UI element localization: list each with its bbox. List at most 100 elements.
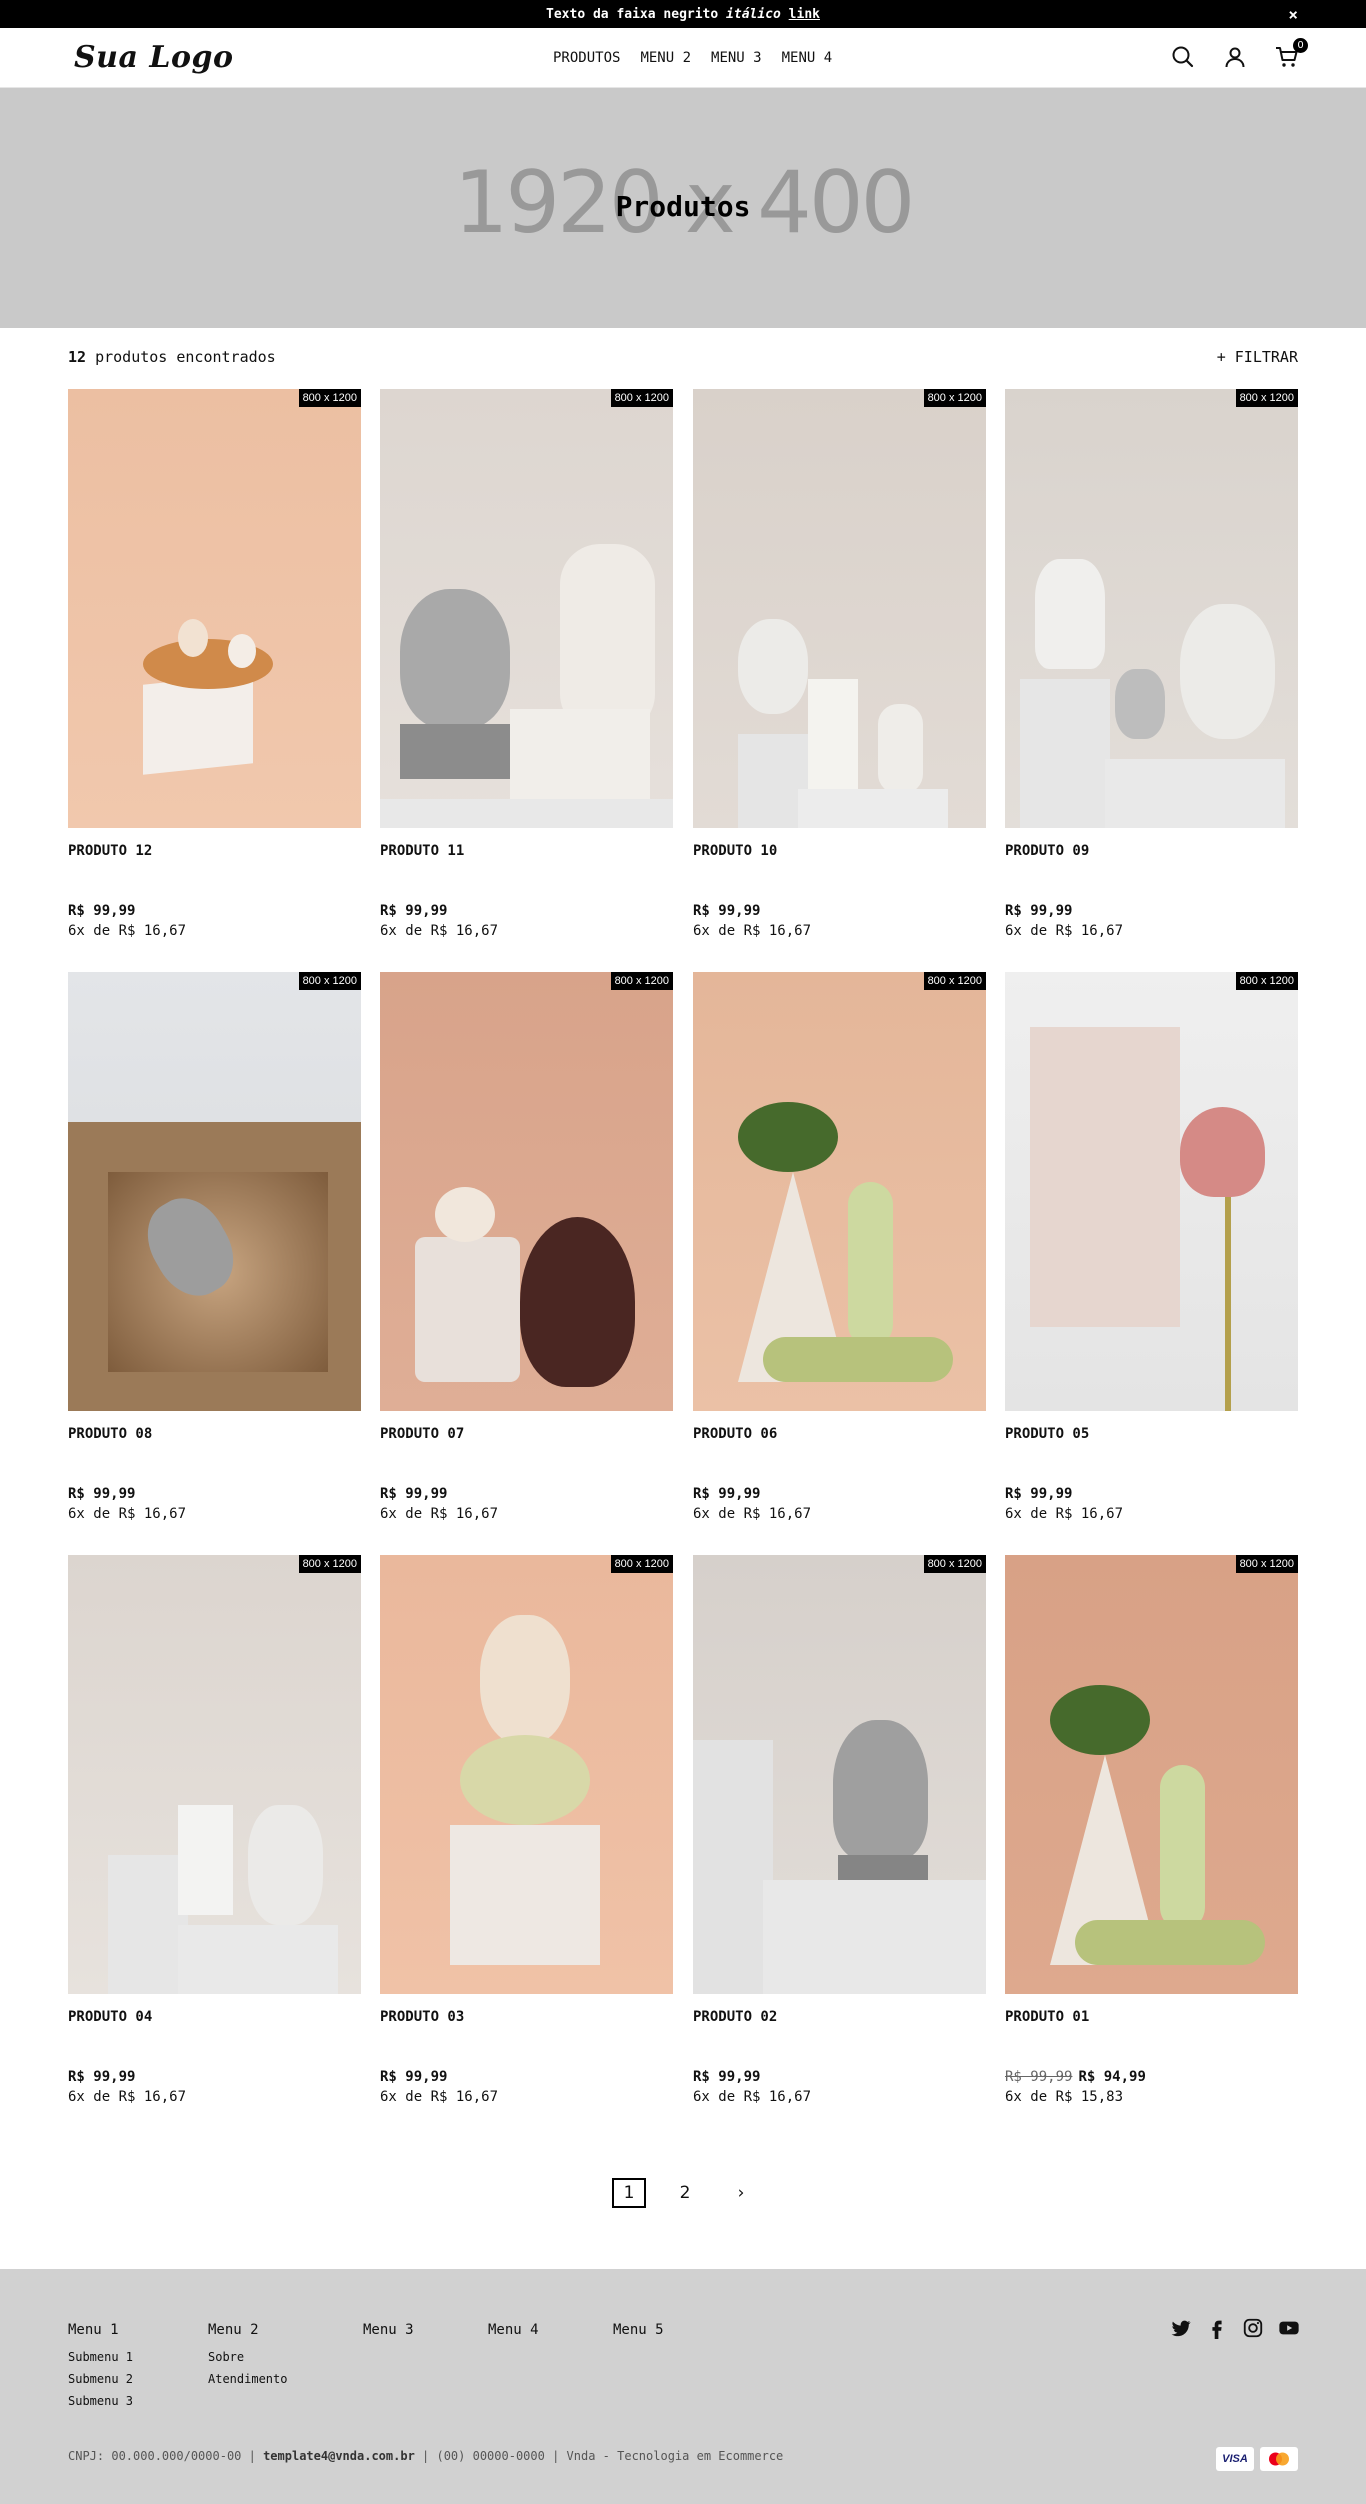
product-price: R$ 99,99 (68, 2069, 361, 2085)
image-size-badge: 800 x 1200 (298, 972, 361, 990)
footer-menu-title[interactable]: Menu 3 (363, 2322, 414, 2338)
product-price: R$ 99,99 (380, 2069, 673, 2085)
product-current-price: R$ 99,99 (380, 903, 448, 919)
footer-link[interactable]: Submenu 2 (68, 2372, 133, 2386)
product-installments: 6x de R$ 16,67 (693, 2089, 812, 2105)
product-card[interactable]: 800 x 1200 PRODUTO 04 R$ 99,99 6x de R$ 16,… (68, 1555, 361, 2105)
footer-menu-title[interactable]: Menu 1 (68, 2322, 133, 2338)
product-installments: 6x de R$ 16,67 (1005, 923, 1124, 939)
results-count-number: 12 (68, 348, 87, 366)
product-installments: 6x de R$ 16,67 (693, 923, 812, 939)
visa-logo: VISA (1216, 2447, 1254, 2471)
product-card[interactable]: 800 x 1200 PRODUTO 09 R$ 99,99 6x de R$ 16,… (1005, 389, 1298, 939)
product-image[interactable]: 800 x 1200 (1005, 1555, 1298, 1994)
product-image[interactable]: 800 x 1200 (68, 1555, 361, 1994)
product-name[interactable]: PRODUTO 03 (380, 2009, 673, 2025)
facebook-icon[interactable] (1206, 2317, 1228, 2339)
nav-item-menu-2[interactable]: MENU 2 (640, 50, 691, 66)
nav-item-menu-3[interactable]: MENU 3 (711, 50, 762, 66)
product-image[interactable]: 800 x 1200 (68, 389, 361, 828)
product-card[interactable]: 800 x 1200 PRODUTO 01 R$ 99,99 R$ 94,99 6x d… (1005, 1555, 1298, 2105)
product-name[interactable]: PRODUTO 09 (1005, 843, 1298, 859)
vnda-credit-link[interactable]: Vnda - Tecnologia em Ecommerce (567, 2449, 784, 2463)
product-installments: 6x de R$ 16,67 (380, 923, 499, 939)
footer-link[interactable]: Submenu 1 (68, 2350, 133, 2364)
results-count: 12 produtos encontrados (68, 348, 276, 366)
footer-menu-title[interactable]: Menu 4 (488, 2322, 539, 2338)
product-name[interactable]: PRODUTO 06 (693, 1426, 986, 1442)
product-name[interactable]: PRODUTO 07 (380, 1426, 673, 1442)
announcement-text-plain: Texto da faixa (546, 6, 664, 22)
product-image[interactable]: 800 x 1200 (380, 972, 673, 1411)
product-card[interactable]: 800 x 1200 PRODUTO 02 R$ 99,99 6x de R$ 16,… (693, 1555, 986, 2105)
product-price: R$ 99,99 (693, 2069, 986, 2085)
product-name[interactable]: PRODUTO 04 (68, 2009, 361, 2025)
product-current-price: R$ 99,99 (380, 1486, 448, 1502)
product-card[interactable]: 800 x 1200 PRODUTO 05 R$ 99,99 6x de R$ 16,… (1005, 972, 1298, 1522)
product-image[interactable]: 800 x 1200 (693, 1555, 986, 1994)
product-image[interactable]: 800 x 1200 (68, 972, 361, 1411)
page-title: Produtos (615, 190, 751, 223)
product-card[interactable]: 800 x 1200 PRODUTO 08 R$ 99,99 6x de R$ 16,… (68, 972, 361, 1522)
youtube-icon[interactable] (1278, 2317, 1300, 2339)
product-image[interactable]: 800 x 1200 (380, 1555, 673, 1994)
product-image[interactable]: 800 x 1200 (1005, 972, 1298, 1411)
product-card[interactable]: 800 x 1200 PRODUTO 07 R$ 99,99 6x de R$ 16,… (380, 972, 673, 1522)
footer-menu-5: Menu 5 (613, 2322, 664, 2350)
image-size-badge: 800 x 1200 (610, 389, 673, 407)
product-name[interactable]: PRODUTO 02 (693, 2009, 986, 2025)
product-name[interactable]: PRODUTO 11 (380, 843, 673, 859)
contact-email[interactable]: template4@vnda.com.br (263, 2449, 415, 2463)
footer-menu-title[interactable]: Menu 5 (613, 2322, 664, 2338)
next-page-button[interactable]: › (724, 2178, 758, 2208)
product-price: R$ 99,99 (1005, 1486, 1298, 1502)
twitter-icon[interactable] (1170, 2317, 1192, 2339)
close-icon[interactable]: × (1288, 5, 1298, 24)
footer-link[interactable]: Submenu 3 (68, 2394, 133, 2408)
product-image[interactable]: 800 x 1200 (693, 972, 986, 1411)
product-installments: 6x de R$ 16,67 (693, 1506, 812, 1522)
product-card[interactable]: 800 x 1200 PRODUTO 12 R$ 99,99 6x de R$ 16,… (68, 389, 361, 939)
page-1-button[interactable]: 1 (612, 2178, 646, 2208)
product-current-price: R$ 99,99 (68, 2069, 136, 2085)
instagram-icon[interactable] (1242, 2317, 1264, 2339)
footer-menu-title[interactable]: Menu 2 (208, 2322, 287, 2338)
product-name[interactable]: PRODUTO 10 (693, 843, 986, 859)
product-name[interactable]: PRODUTO 05 (1005, 1426, 1298, 1442)
search-icon[interactable] (1170, 44, 1196, 70)
product-name[interactable]: PRODUTO 08 (68, 1426, 361, 1442)
product-card[interactable]: 800 x 1200 PRODUTO 11 R$ 99,99 6x de R$ 16,… (380, 389, 673, 939)
product-image[interactable]: 800 x 1200 (380, 389, 673, 828)
results-toolbar: 12 produtos encontrados + FILTRAR (68, 348, 1298, 366)
filter-button[interactable]: + FILTRAR (1217, 348, 1298, 366)
footer-link[interactable]: Sobre (208, 2350, 287, 2364)
product-card[interactable]: 800 x 1200 PRODUTO 06 R$ 99,99 6x de R$ 16,… (693, 972, 986, 1522)
product-current-price: R$ 99,99 (693, 2069, 761, 2085)
contact-phone: (00) 00000-0000 (436, 2449, 545, 2463)
product-current-price: R$ 99,99 (693, 903, 761, 919)
legal-info: CNPJ: 00.000.000/0000-00 | template4@vnd… (68, 2449, 783, 2463)
product-card[interactable]: 800 x 1200 PRODUTO 10 R$ 99,99 6x de R$ 16,… (693, 389, 986, 939)
user-icon[interactable] (1222, 44, 1248, 70)
image-size-badge: 800 x 1200 (923, 1555, 986, 1573)
page-2-button[interactable]: 2 (668, 2178, 702, 2208)
footer-menu-4: Menu 4 (488, 2322, 539, 2350)
product-installments: 6x de R$ 16,67 (68, 2089, 187, 2105)
nav-item-produtos[interactable]: PRODUTOS (553, 50, 620, 66)
product-card[interactable]: 800 x 1200 PRODUTO 03 R$ 99,99 6x de R$ 16,… (380, 1555, 673, 2105)
product-installments: 6x de R$ 16,67 (380, 2089, 499, 2105)
product-old-price: R$ 99,99 (1005, 2069, 1073, 2085)
nav-item-menu-4[interactable]: MENU 4 (782, 50, 833, 66)
product-installments: 6x de R$ 16,67 (68, 1506, 187, 1522)
image-size-badge: 800 x 1200 (610, 1555, 673, 1573)
announcement-link[interactable]: link (789, 7, 820, 22)
product-name[interactable]: PRODUTO 12 (68, 843, 361, 859)
product-image[interactable]: 800 x 1200 (1005, 389, 1298, 828)
product-image[interactable]: 800 x 1200 (693, 389, 986, 828)
product-name[interactable]: PRODUTO 01 (1005, 2009, 1298, 2025)
footer-link[interactable]: Atendimento (208, 2372, 287, 2386)
logo[interactable]: Sua Logo (74, 40, 233, 75)
payment-methods: VISA (1216, 2447, 1298, 2471)
cart-icon[interactable]: 0 (1274, 38, 1308, 70)
hero-banner: 1920 x 400 Produtos (0, 88, 1366, 328)
